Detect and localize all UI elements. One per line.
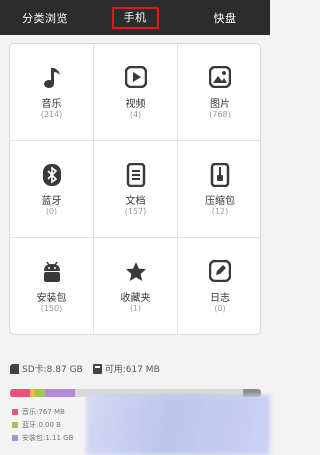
category-video-count: (4) — [129, 110, 142, 119]
category-archives-name: 压缩包 — [205, 196, 235, 207]
bluetooth-icon — [42, 164, 61, 186]
blurred-overlay — [86, 395, 270, 455]
usage-bar-segment-2 — [35, 389, 46, 397]
legend-apk-label: 安装包:1.11 GB — [22, 434, 74, 442]
category-bluetooth-name: 蓝牙 — [41, 196, 62, 207]
category-music-count: (214) — [40, 110, 63, 119]
category-apk-count: (150) — [40, 304, 63, 313]
category-grid: 音乐 (214) 视频 (4) 图片 (768) 蓝牙 (0) 文档 (157)… — [9, 43, 261, 335]
category-video-name: 视频 — [125, 99, 146, 110]
sd-card-icon — [10, 363, 19, 374]
category-favorites-name: 收藏夹 — [120, 293, 151, 304]
tab-category-browse-label: 分类浏览 — [22, 11, 68, 25]
category-bluetooth[interactable]: 蓝牙 (0) — [10, 141, 94, 238]
category-logs-count: (0) — [214, 304, 226, 313]
storage-free-icon — [92, 363, 102, 374]
music-note-icon — [43, 68, 60, 88]
tab-kuaipan[interactable]: 快盘 — [180, 0, 270, 35]
star-icon — [125, 262, 146, 281]
tab-phone[interactable]: 手机 — [90, 0, 180, 35]
tab-phone-label: 手机 — [111, 6, 159, 29]
image-icon — [209, 66, 231, 88]
sd-card-size: SD卡:8.87 GB — [22, 365, 83, 375]
category-music[interactable]: 音乐 (214) — [10, 44, 94, 141]
category-images[interactable]: 图片 (768) — [178, 44, 260, 141]
category-music-name: 音乐 — [41, 99, 62, 110]
storage-summary: SD卡:8.87 GB 可用:617 MB — [10, 362, 262, 375]
storage-free-size: 可用:617 MB — [104, 365, 160, 375]
top-tab-bar: 分类浏览 手机 快盘 — [0, 0, 270, 35]
legend-apk: 安装包:1.11 GB — [12, 433, 73, 443]
legend-bluetooth-label: 蓝牙:0.00 B — [22, 421, 61, 429]
legend-music: 音乐:767 MB — [12, 407, 65, 417]
document-icon — [126, 163, 145, 187]
category-archives-count: (12) — [211, 207, 229, 216]
category-logs-name: 日志 — [210, 293, 230, 304]
android-package-icon — [43, 261, 60, 282]
category-archives[interactable]: 压缩包 (12) — [178, 141, 260, 238]
category-logs[interactable]: 日志 (0) — [178, 238, 260, 334]
category-apk-name: 安装包 — [36, 293, 67, 304]
legend-music-label: 音乐:767 MB — [22, 408, 65, 416]
category-favorites-count: (1) — [129, 304, 142, 313]
video-play-icon — [124, 66, 147, 88]
tab-category-browse[interactable]: 分类浏览 — [0, 0, 90, 35]
category-favorites[interactable]: 收藏夹 (1) — [94, 238, 178, 334]
category-documents-count: (157) — [124, 207, 147, 216]
legend-bluetooth: 蓝牙:0.00 B — [12, 420, 61, 430]
category-bluetooth-count: (0) — [45, 207, 58, 216]
zip-archive-icon — [210, 163, 230, 187]
category-documents[interactable]: 文档 (157) — [94, 141, 178, 238]
legend-apk-swatch — [12, 435, 18, 441]
legend-music-swatch — [12, 409, 18, 415]
category-images-name: 图片 — [210, 99, 230, 110]
category-documents-name: 文档 — [125, 196, 146, 207]
usage-bar-segment-0 — [10, 389, 31, 397]
legend-bluetooth-swatch — [12, 422, 18, 428]
usage-bar-segment-3 — [45, 389, 76, 397]
category-images-count: (768) — [209, 110, 231, 119]
category-apk[interactable]: 安装包 (150) — [10, 238, 94, 334]
category-video[interactable]: 视频 (4) — [94, 44, 178, 141]
log-edit-icon — [209, 260, 231, 282]
tab-kuaipan-label: 快盘 — [213, 11, 237, 25]
